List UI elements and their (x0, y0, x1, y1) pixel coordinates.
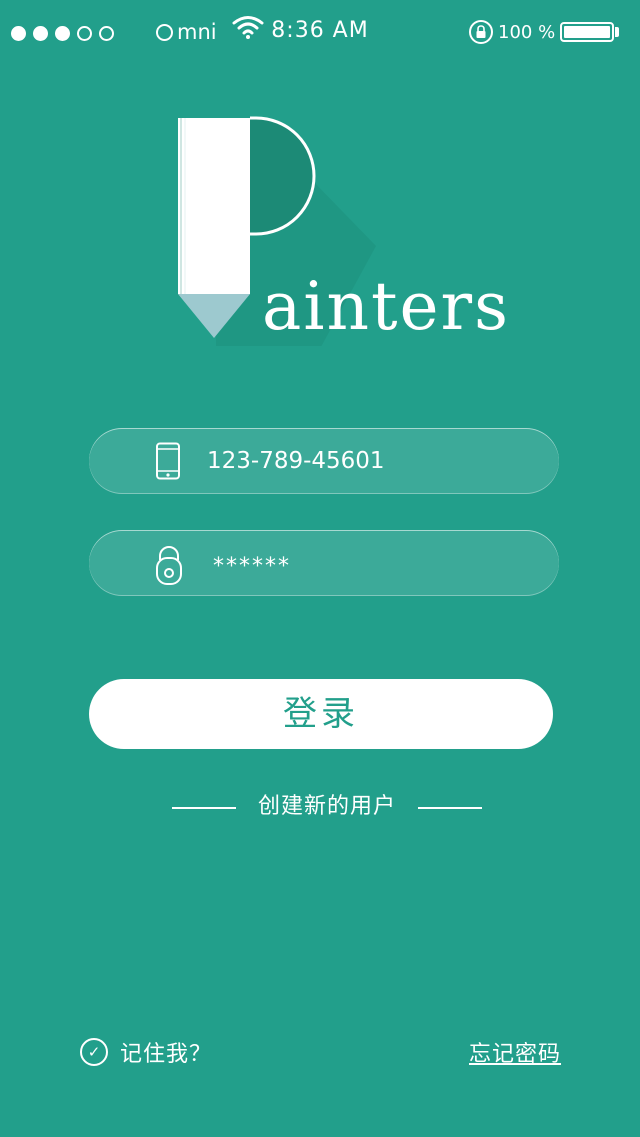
remember-me-toggle[interactable]: ✓ 记住我？ (80, 1036, 212, 1068)
create-user-label: 创建新的用户 (257, 794, 396, 819)
divider-right (418, 807, 482, 809)
battery-tip (615, 27, 619, 37)
phone-icon (156, 442, 180, 480)
rotation-lock-icon (469, 20, 493, 44)
battery-percent: 100 % (498, 22, 556, 43)
status-bar: mni 8:36 AM 100 % (0, 0, 640, 66)
phone-input[interactable]: 123-789-45601 (207, 448, 385, 474)
password-input[interactable]: ****** (213, 554, 291, 579)
forgot-password-link[interactable]: 忘记密码 (469, 1036, 561, 1068)
lock-icon (156, 546, 182, 585)
phone-field[interactable]: 123-789-45601 (89, 428, 559, 494)
login-button[interactable]: 登录 (89, 679, 553, 749)
remember-me-label: 记住我？ (120, 1042, 213, 1067)
battery-level (564, 26, 610, 38)
create-user-link[interactable]: 创建新的用户 (172, 792, 482, 822)
battery-icon (560, 22, 614, 42)
password-field[interactable]: ****** (89, 530, 559, 596)
check-circle-icon[interactable]: ✓ (80, 1038, 108, 1066)
logo-wordmark: ainters (262, 268, 510, 345)
divider-left (172, 807, 236, 809)
